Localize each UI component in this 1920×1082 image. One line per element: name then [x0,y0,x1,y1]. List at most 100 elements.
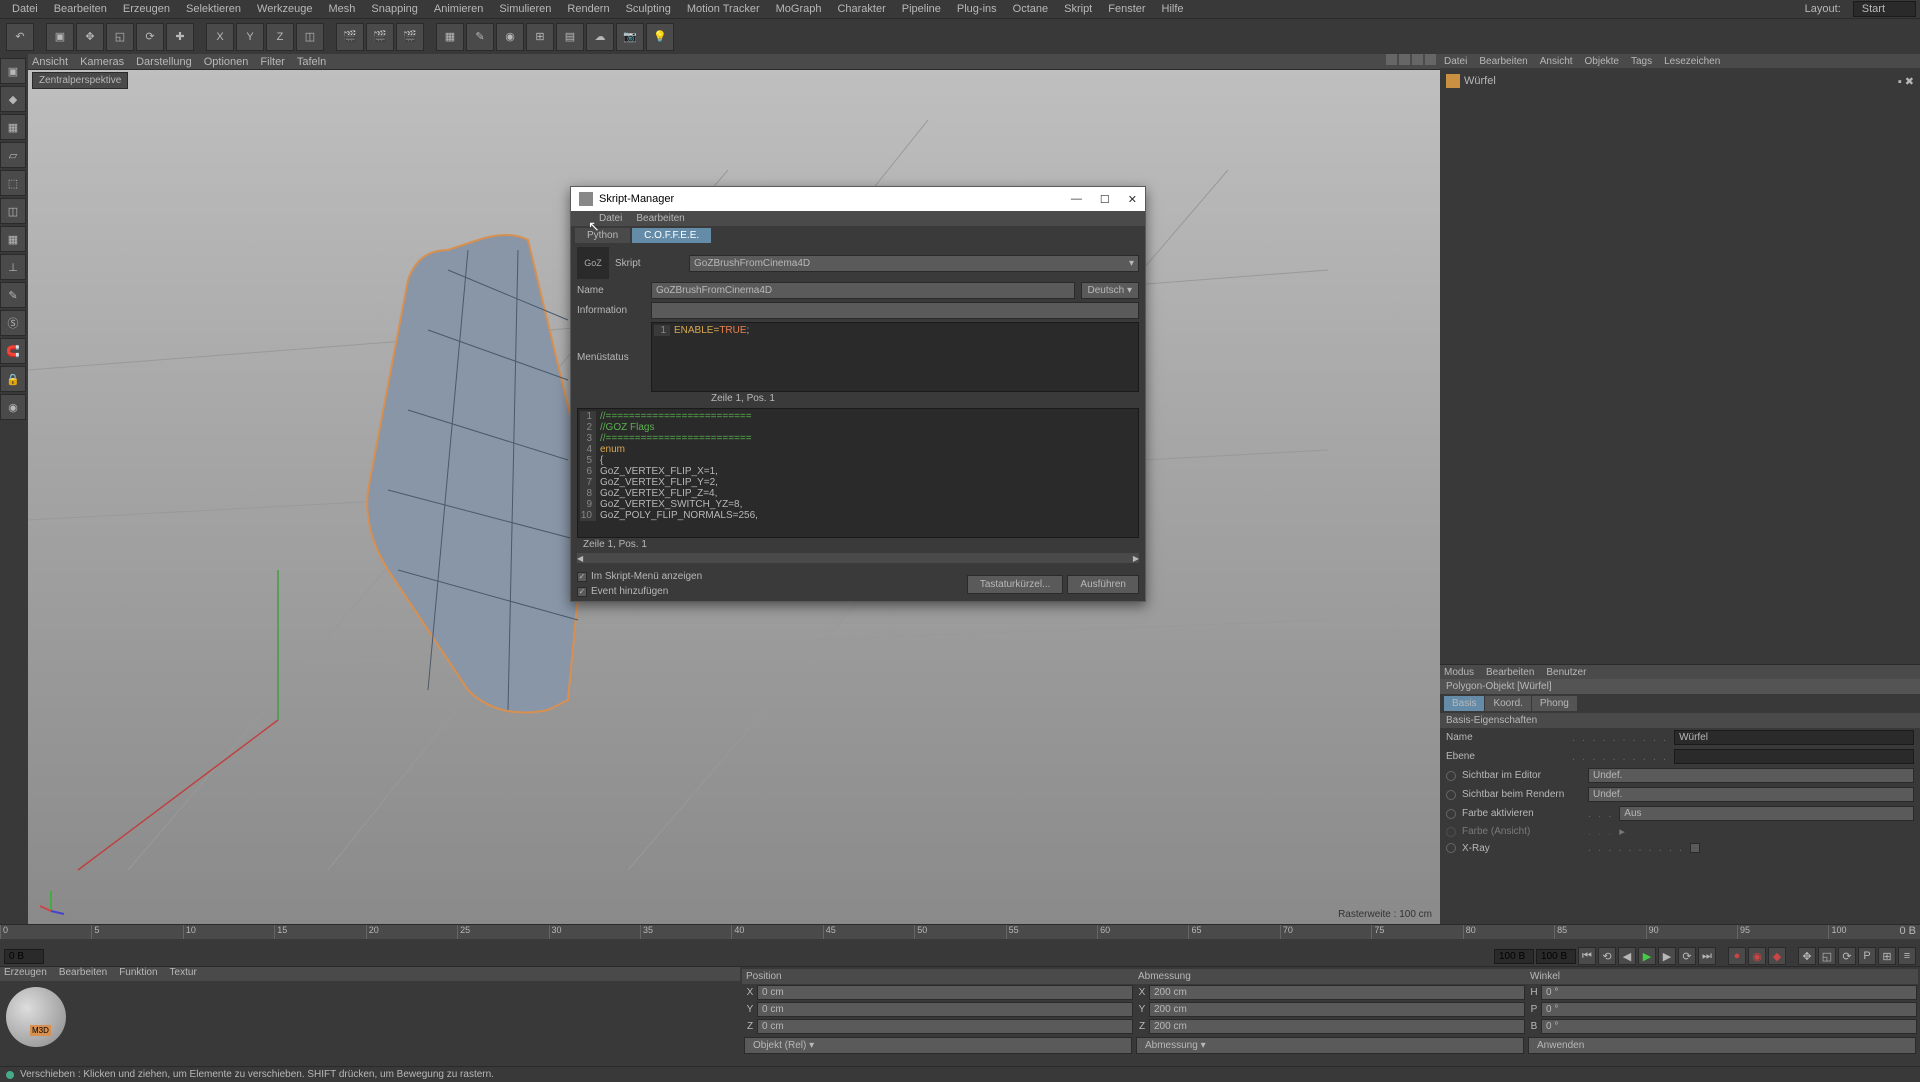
add-event-checkbox[interactable]: ✓ [577,587,587,597]
scale-key-icon[interactable]: ◱ [1818,947,1836,965]
coord-abm-button[interactable]: Abmessung ▾ [1136,1037,1524,1054]
play-icon[interactable]: ▶ [1638,947,1656,965]
obj-menu-lesezeichen[interactable]: Lesezeichen [1664,56,1720,67]
obj-menu-objekte[interactable]: Objekte [1585,56,1619,67]
vp-menu-tafeln[interactable]: Tafeln [297,56,326,68]
deformer-icon[interactable]: ▤ [556,23,584,51]
frame-start-input[interactable] [4,949,44,964]
make-editable-icon[interactable]: ▣ [0,58,26,84]
timeline[interactable]: 0 5 10 15 20 25 30 35 40 45 50 55 60 65 … [0,924,1920,946]
pos-x-input[interactable] [757,985,1133,1000]
menu-datei[interactable]: Datei [4,3,46,15]
menu-snapping[interactable]: Snapping [363,3,426,15]
attr-menu-modus[interactable]: Modus [1444,667,1474,678]
radio-icon[interactable] [1446,790,1456,800]
axis-x-icon[interactable]: X [206,23,234,51]
pla-key-icon[interactable]: ⊞ [1878,947,1896,965]
magnet-icon[interactable]: 🧲 [0,338,26,364]
win-b-input[interactable] [1541,1019,1917,1034]
goto-end-icon[interactable]: ⏭ [1698,947,1716,965]
mat-menu-erzeugen[interactable]: Erzeugen [4,967,47,981]
menu-icon[interactable]: ≡ [1898,947,1916,965]
execute-button[interactable]: Ausführen [1067,575,1139,594]
axis-y-icon[interactable]: Y [236,23,264,51]
next-key-icon[interactable]: ⟳ [1678,947,1696,965]
render-region-icon[interactable]: 🎬 [366,23,394,51]
pos-z-input[interactable] [757,1019,1133,1034]
attr-editor-drop[interactable]: Undef. [1588,768,1914,783]
tab-koord[interactable]: Koord. [1485,696,1530,711]
menu-plugins[interactable]: Plug-ins [949,3,1005,15]
frame-total-input[interactable] [1536,949,1576,964]
edge-mode-icon[interactable]: ◫ [0,198,26,224]
menu-sculpting[interactable]: Sculpting [618,3,679,15]
attr-render-drop[interactable]: Undef. [1588,787,1914,802]
abm-y-input[interactable] [1149,1002,1525,1017]
render-icon[interactable]: 🎬 [336,23,364,51]
attr-ebene-input[interactable] [1674,749,1914,764]
show-in-menu-checkbox[interactable]: ✓ [577,572,587,582]
skript-dropdown[interactable]: GoZBrushFromCinema4D▾ [689,255,1139,272]
nurbs-icon[interactable]: ◉ [496,23,524,51]
menu-mesh[interactable]: Mesh [320,3,363,15]
menu-werkzeuge[interactable]: Werkzeuge [249,3,320,15]
lock-icon[interactable]: 🔒 [0,366,26,392]
main-code-editor[interactable]: 1//=========================2//GOZ Flags… [577,408,1139,538]
minimize-icon[interactable]: — [1071,193,1082,206]
lang-dropdown[interactable]: Deutsch ▾ [1081,282,1140,299]
render-settings-icon[interactable]: 🎬 [396,23,424,51]
object-tree[interactable]: Würfel ▪ ✖ [1440,68,1920,664]
menu-animieren[interactable]: Animieren [426,3,492,15]
viewport-solo-icon[interactable]: ◉ [0,394,26,420]
next-frame-icon[interactable]: ▶ [1658,947,1676,965]
dlg-menu-datei[interactable]: Datei [599,213,622,224]
select-icon[interactable]: ▣ [46,23,74,51]
name-input[interactable] [651,282,1075,299]
win-p-input[interactable] [1541,1002,1917,1017]
menu-charakter[interactable]: Charakter [829,3,893,15]
goto-start-icon[interactable]: ⏮ [1578,947,1596,965]
abm-x-input[interactable] [1149,985,1525,1000]
vp-menu-optionen[interactable]: Optionen [204,56,249,68]
tab-phong[interactable]: Phong [1532,696,1577,711]
obj-menu-datei[interactable]: Datei [1444,56,1467,67]
model-mode-icon[interactable]: ◆ [0,86,26,112]
menu-selektieren[interactable]: Selektieren [178,3,249,15]
param-key-icon[interactable]: P [1858,947,1876,965]
tab-python[interactable]: Python [575,228,630,243]
dialog-titlebar[interactable]: Skript-Manager — ☐ ✕ [571,187,1145,211]
close-icon[interactable]: ✕ [1128,193,1137,206]
mat-menu-bearbeiten[interactable]: Bearbeiten [59,967,107,981]
dlg-menu-bearbeiten[interactable]: Bearbeiten [636,213,684,224]
attr-name-input[interactable] [1674,730,1914,745]
radio-icon[interactable] [1446,771,1456,781]
coord-icon[interactable]: ◫ [296,23,324,51]
prev-frame-icon[interactable]: ◀ [1618,947,1636,965]
prev-key-icon[interactable]: ⟲ [1598,947,1616,965]
coord-apply-button[interactable]: Anwenden [1528,1037,1916,1054]
pen-icon[interactable]: ✎ [466,23,494,51]
snap-icon[interactable]: Ⓢ [0,310,26,336]
material-preview[interactable] [6,987,66,1047]
radio-icon[interactable] [1446,809,1456,819]
record-icon[interactable]: ● [1728,947,1746,965]
abm-z-input[interactable] [1149,1019,1525,1034]
shortcut-button[interactable]: Tastaturkürzel... [967,575,1064,594]
vp-menu-filter[interactable]: Filter [260,56,284,68]
object-row[interactable]: Würfel ▪ ✖ [1444,72,1916,90]
vp-nav-icon[interactable] [1386,54,1397,65]
vp-menu-ansicht[interactable]: Ansicht [32,56,68,68]
obj-menu-ansicht[interactable]: Ansicht [1540,56,1573,67]
key-icon[interactable]: ◆ [1768,947,1786,965]
array-icon[interactable]: ⊞ [526,23,554,51]
menu-bearbeiten[interactable]: Bearbeiten [46,3,115,15]
vp-menu-darstellung[interactable]: Darstellung [136,56,192,68]
menu-rendern[interactable]: Rendern [559,3,617,15]
vp-menu-kameras[interactable]: Kameras [80,56,124,68]
vp-nav-icon[interactable] [1399,54,1410,65]
add-icon[interactable]: ✚ [166,23,194,51]
mat-menu-funktion[interactable]: Funktion [119,967,157,981]
radio-icon[interactable] [1446,843,1456,853]
vp-nav-icon[interactable] [1412,54,1423,65]
rot-key-icon[interactable]: ⟳ [1838,947,1856,965]
